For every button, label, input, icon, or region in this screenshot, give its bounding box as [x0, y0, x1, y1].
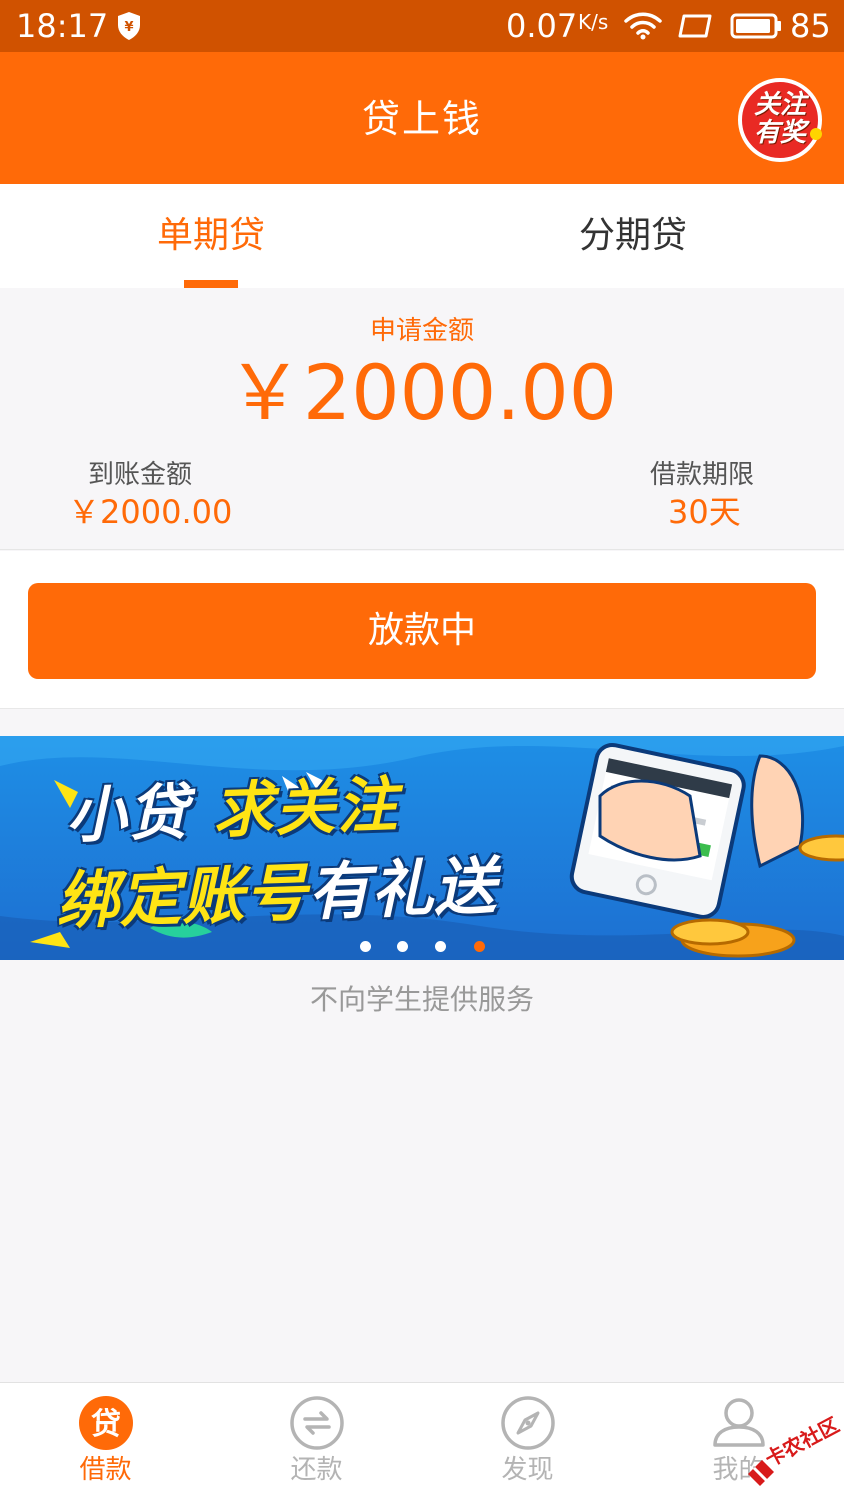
- received-amount-label: 到账金额: [88, 460, 193, 490]
- banner-headline-1: 小贷 求关注: [65, 770, 400, 852]
- tab-installment-loan[interactable]: 分期贷: [422, 184, 844, 288]
- nav-label-loan: 借款: [79, 1455, 132, 1485]
- svg-text:¥: ¥: [124, 20, 133, 35]
- banner-dot-4[interactable]: [474, 941, 485, 952]
- promo-line-1: 关注: [753, 90, 806, 120]
- banner-dot-2[interactable]: [397, 941, 408, 952]
- banner-headline-2: 绑定账号有礼送: [54, 849, 499, 938]
- tab-active-indicator: [184, 280, 238, 288]
- loan-term-label: 借款期限: [650, 460, 755, 490]
- apply-amount-label: 申请金额: [369, 316, 474, 346]
- wifi-icon: [624, 12, 662, 40]
- banner-headline-2a: 绑定账号: [54, 855, 310, 938]
- promo-dot-icon: [810, 128, 822, 140]
- banner-headline-1a: 小贷: [64, 777, 192, 852]
- page-title: 贷上钱: [361, 97, 482, 141]
- status-time: 18:17: [16, 7, 109, 45]
- banner-dot-3[interactable]: [435, 941, 446, 952]
- bottom-navigation: 贷 借款 还款 发现 我的: [0, 1382, 844, 1500]
- loan-icon: 贷: [79, 1396, 133, 1450]
- network-speed-unit: K/s: [578, 10, 609, 34]
- banner-headline-1b: 求关注: [211, 770, 401, 847]
- nav-label-discover: 发现: [501, 1455, 554, 1485]
- disbursing-button[interactable]: 放款中: [28, 583, 816, 679]
- nav-item-repay[interactable]: 还款: [211, 1383, 422, 1500]
- app-header: 贷上钱 关注 有奖: [0, 52, 844, 184]
- banner-headline-2b: 有礼送: [306, 849, 499, 929]
- status-bar: 18:17 ¥ 0.07 K/s 85: [0, 0, 844, 52]
- promo-banner[interactable]: 小贷 求关注 绑定账号有礼送: [0, 736, 844, 960]
- promo-line-2: 有奖: [753, 118, 806, 148]
- action-area: 放款中: [0, 551, 844, 709]
- follow-reward-badge[interactable]: 关注 有奖: [738, 78, 822, 162]
- banner-dot-1[interactable]: [360, 941, 371, 952]
- battery-icon: [730, 13, 781, 39]
- tab-single-loan[interactable]: 单期贷: [0, 184, 422, 288]
- loan-term-value: 30天: [668, 493, 741, 531]
- security-shield-icon: ¥: [118, 12, 140, 40]
- nav-item-discover[interactable]: 发现: [422, 1383, 633, 1500]
- received-amount-value: ￥2000.00: [68, 493, 233, 531]
- loan-type-tabs: 单期贷 分期贷: [0, 184, 844, 288]
- compass-icon: [501, 1396, 555, 1450]
- network-speed: 0.07: [506, 7, 578, 45]
- battery-level: 85: [790, 7, 831, 45]
- loan-amount-card: 申请金额 ￥2000.00 到账金额 ￥2000.00 借款期限 30天: [0, 288, 844, 550]
- nav-item-loan[interactable]: 贷 借款: [0, 1383, 211, 1500]
- student-notice: 不向学生提供服务: [309, 983, 534, 1016]
- nav-label-repay: 还款: [290, 1455, 343, 1485]
- screen-cast-icon: [678, 14, 712, 38]
- loan-icon-glyph: 贷: [91, 1407, 121, 1442]
- repay-icon: [290, 1396, 344, 1450]
- app-screen: 18:17 ¥ 0.07 K/s 85 贷上钱 关注 有奖 单期贷 分期贷 申请…: [0, 0, 844, 1500]
- apply-amount-value: ￥2000.00: [226, 348, 618, 437]
